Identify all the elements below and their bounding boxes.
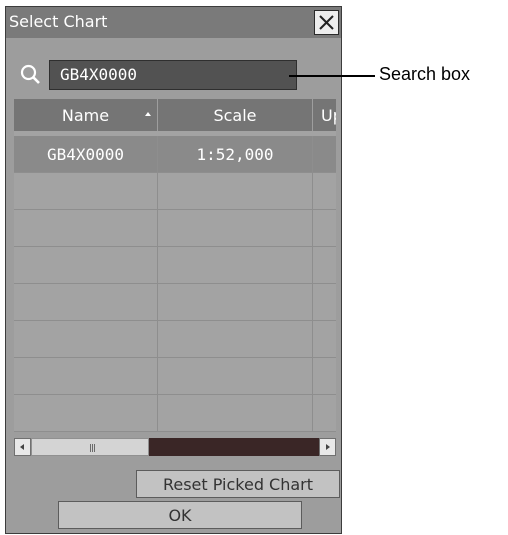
cell-update bbox=[313, 321, 336, 357]
scroll-left-button[interactable] bbox=[14, 438, 31, 456]
column-header-scale[interactable]: Scale bbox=[158, 99, 313, 131]
scrollbar-thumb[interactable] bbox=[31, 438, 149, 456]
grip-icon bbox=[90, 444, 91, 452]
column-header-label: Name bbox=[61, 105, 110, 125]
table-row[interactable] bbox=[14, 358, 336, 395]
table-row[interactable] bbox=[14, 395, 336, 432]
table-row[interactable] bbox=[14, 284, 336, 321]
table-row[interactable] bbox=[14, 247, 336, 284]
cell-update bbox=[313, 284, 336, 320]
search-icon bbox=[20, 64, 40, 84]
select-chart-dialog: Select Chart GB4X0000 Name Scale Up GB4X… bbox=[5, 6, 342, 534]
cell-scale bbox=[158, 321, 313, 357]
cell-update bbox=[313, 210, 336, 246]
column-header-label: Up bbox=[321, 105, 336, 125]
scroll-right-icon bbox=[326, 444, 330, 450]
cell-name bbox=[14, 247, 158, 283]
scroll-left-icon bbox=[20, 444, 24, 450]
scroll-right-button[interactable] bbox=[319, 438, 336, 456]
cell-scale bbox=[158, 173, 313, 209]
callout-line bbox=[289, 75, 375, 77]
title-bar: Select Chart bbox=[6, 7, 341, 38]
column-header-updated[interactable]: Up bbox=[313, 99, 336, 131]
cell-update bbox=[313, 173, 336, 209]
search-input[interactable]: GB4X0000 bbox=[49, 60, 297, 90]
cell-scale bbox=[158, 395, 313, 431]
cell-scale bbox=[158, 210, 313, 246]
cell-scale bbox=[158, 247, 313, 283]
cell-update bbox=[313, 136, 336, 172]
table-row[interactable] bbox=[14, 321, 336, 358]
table-row[interactable] bbox=[14, 210, 336, 247]
ok-button[interactable]: OK bbox=[58, 501, 302, 529]
table-row[interactable]: GB4X0000 1:52,000 bbox=[14, 136, 336, 173]
cell-name bbox=[14, 321, 158, 357]
column-header-label: Scale bbox=[213, 105, 257, 125]
cell-update bbox=[313, 395, 336, 431]
cell-scale bbox=[158, 358, 313, 394]
close-button[interactable] bbox=[314, 10, 339, 35]
horizontal-scrollbar[interactable] bbox=[14, 438, 336, 456]
cell-name bbox=[14, 395, 158, 431]
cell-update bbox=[313, 358, 336, 394]
cell-scale bbox=[158, 284, 313, 320]
cell-scale: 1:52,000 bbox=[158, 136, 313, 172]
chart-table: Name Scale Up GB4X0000 1:52,000 bbox=[14, 99, 336, 432]
window-title: Select Chart bbox=[9, 12, 108, 31]
cell-name: GB4X0000 bbox=[14, 136, 158, 172]
sort-ascending-icon bbox=[145, 112, 151, 116]
cell-name bbox=[14, 358, 158, 394]
cell-name bbox=[14, 173, 158, 209]
cell-name bbox=[14, 284, 158, 320]
cell-name bbox=[14, 210, 158, 246]
callout-label: Search box bbox=[379, 64, 471, 84]
cell-update bbox=[313, 247, 336, 283]
reset-picked-chart-button[interactable]: Reset Picked Chart bbox=[136, 470, 340, 498]
close-icon bbox=[319, 15, 334, 30]
column-header-name[interactable]: Name bbox=[14, 99, 158, 131]
table-row[interactable] bbox=[14, 173, 336, 210]
